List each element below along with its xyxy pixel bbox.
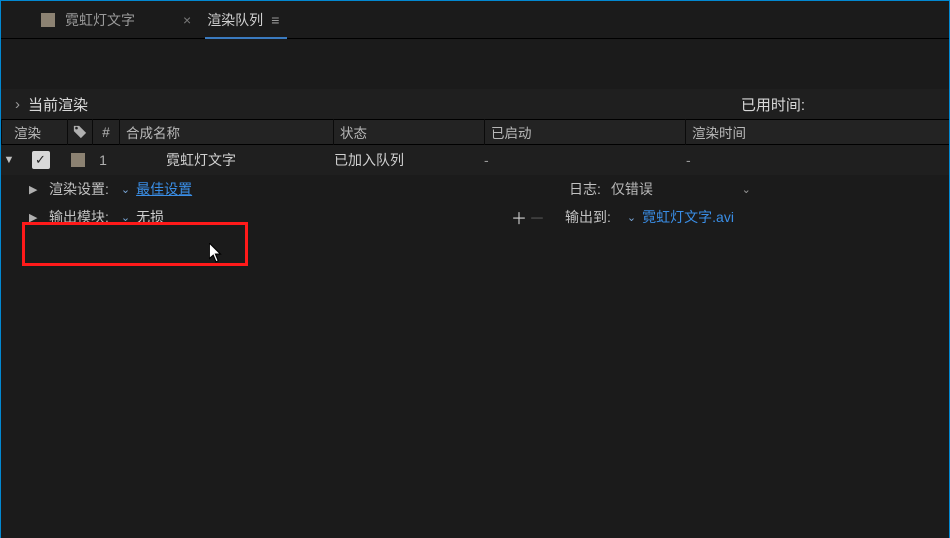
output-module-label: 输出模块: xyxy=(49,207,109,227)
tab-project[interactable]: 霓虹灯文字 xyxy=(33,1,153,39)
panel-menu-icon[interactable]: ≡ xyxy=(271,12,279,28)
header-status[interactable]: 状态 xyxy=(334,122,484,142)
item-status: 已加入队列 xyxy=(334,150,484,170)
current-render-bar: › 当前渲染 已用时间: xyxy=(1,89,949,119)
queue-item-row[interactable]: ▼ ✓ 1 霓虹灯文字 已加入队列 - - xyxy=(1,145,949,175)
header-render[interactable]: 渲染 xyxy=(2,122,67,142)
item-index: 1 xyxy=(90,152,116,168)
tab-bar: 霓虹灯文字 × 渲染队列 ≡ xyxy=(1,1,949,39)
item-started: - xyxy=(484,152,686,168)
composition-icon xyxy=(41,13,55,27)
tab-render-queue[interactable]: 渲染队列 ≡ xyxy=(199,1,297,39)
item-comp-name: 霓虹灯文字 xyxy=(116,150,334,170)
log-value: 仅错误 xyxy=(611,179,653,199)
render-settings-row: ▶ 渲染设置: ⌄ 最佳设置 日志: 仅错误 ⌄ xyxy=(1,175,949,203)
column-headers: 渲染 # 合成名称 状态 已启动 渲染时间 xyxy=(1,119,949,145)
output-module-dropdown-icon[interactable]: ⌄ xyxy=(115,211,136,224)
header-comp-name[interactable]: 合成名称 xyxy=(120,122,333,142)
elapsed-time-label: 已用时间: xyxy=(741,94,805,115)
output-to-value[interactable]: 霓虹灯文字.avi xyxy=(642,207,734,227)
tab-project-label: 霓虹灯文字 xyxy=(65,10,135,30)
chevron-right-icon[interactable]: › xyxy=(15,96,20,113)
header-render-time[interactable]: 渲染时间 xyxy=(686,122,926,142)
log-dropdown[interactable]: 仅错误 ⌄ xyxy=(601,179,761,199)
render-settings-label: 渲染设置: xyxy=(49,179,109,199)
output-to-dropdown-icon[interactable]: ⌄ xyxy=(621,211,642,224)
render-checkbox[interactable]: ✓ xyxy=(32,151,50,169)
label-color-chip[interactable] xyxy=(71,153,85,167)
twisty-icon[interactable]: ▶ xyxy=(1,183,29,196)
cursor-icon xyxy=(209,243,223,263)
tab-render-queue-label: 渲染队列 xyxy=(207,10,263,30)
output-to-label: 输出到: xyxy=(565,207,611,227)
header-number[interactable]: # xyxy=(93,125,119,140)
header-started[interactable]: 已启动 xyxy=(485,122,685,142)
render-settings-value[interactable]: 最佳设置 xyxy=(136,179,192,199)
twisty-icon[interactable]: ▶ xyxy=(1,211,29,224)
current-render-label: 当前渲染 xyxy=(28,94,88,115)
remove-output-icon: － xyxy=(529,205,565,229)
log-label: 日志: xyxy=(569,179,601,199)
output-module-row: ▶ 输出模块: ⌄ 无损 ＋ － 输出到: ⌄ 霓虹灯文字.avi xyxy=(1,203,949,231)
disclosure-triangle-icon[interactable]: ▼ xyxy=(1,154,15,166)
render-settings-dropdown-icon[interactable]: ⌄ xyxy=(115,183,136,196)
chevron-down-icon: ⌄ xyxy=(742,183,761,196)
close-icon[interactable]: × xyxy=(183,12,191,28)
output-module-value[interactable]: 无损 xyxy=(136,207,164,227)
add-output-icon[interactable]: ＋ xyxy=(511,205,529,229)
header-tag-icon[interactable] xyxy=(68,125,92,139)
item-render-time: - xyxy=(686,152,886,168)
